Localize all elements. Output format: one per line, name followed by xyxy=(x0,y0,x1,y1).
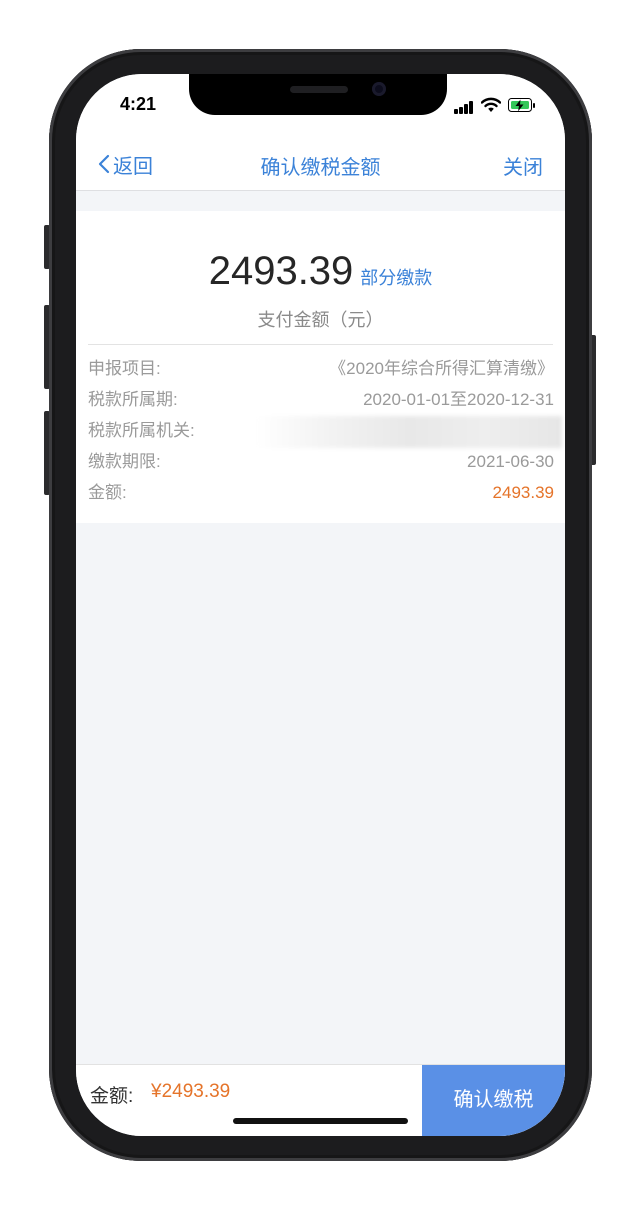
detail-label: 税款所属机关: xyxy=(88,421,195,440)
detail-label: 申报项目: xyxy=(88,359,161,378)
redacted-value xyxy=(256,416,562,448)
home-indicator[interactable] xyxy=(233,1118,408,1124)
payment-amount: 2493.39 xyxy=(208,249,354,293)
status-bar: 4:21 xyxy=(76,74,565,138)
detail-row-period: 税款所属期: 2020-01-01至2020-12-31 xyxy=(88,384,554,415)
detail-value: 2020-01-01至2020-12-31 xyxy=(363,390,554,409)
detail-label: 金额: xyxy=(88,483,127,502)
wifi-icon xyxy=(481,97,501,112)
detail-label: 缴款期限: xyxy=(88,452,161,471)
detail-row-authority: 税款所属机关: xyxy=(88,415,562,448)
detail-value: 《2020年综合所得汇算清缴》 xyxy=(329,359,554,378)
detail-row-deadline: 缴款期限: 2021-06-30 xyxy=(88,446,554,477)
phone-mockup: 4:21 返回 确认缴税金额 关闭 2493.39 部分缴款 支付金额（元） 申… xyxy=(0,0,640,1210)
front-camera xyxy=(372,82,386,96)
close-button[interactable]: 关闭 xyxy=(503,151,543,180)
detail-value: 2021-06-30 xyxy=(467,452,554,471)
bottom-action-bar: 金额: ¥2493.39 确认缴税 xyxy=(76,1064,565,1136)
detail-row-amount: 金额: 2493.39 xyxy=(88,477,554,508)
bottom-amount-label: 金额: xyxy=(90,1086,134,1107)
detail-list: 申报项目: 《2020年综合所得汇算清缴》 税款所属期: 2020-01-01至… xyxy=(88,353,562,508)
partial-payment-link[interactable]: 部分缴款 xyxy=(360,264,432,290)
detail-label: 税款所属期: xyxy=(88,390,178,409)
confirm-payment-button[interactable]: 确认缴税 xyxy=(422,1065,565,1136)
phone-screen: 4:21 返回 确认缴税金额 关闭 2493.39 部分缴款 支付金额（元） 申… xyxy=(76,74,565,1136)
detail-row-item: 申报项目: 《2020年综合所得汇算清缴》 xyxy=(88,353,554,384)
detail-amount-value: 2493.39 xyxy=(492,483,554,502)
bottom-amount-value: ¥2493.39 xyxy=(151,1081,231,1102)
speaker-grille xyxy=(290,86,348,93)
nav-bar: 返回 确认缴税金额 关闭 xyxy=(76,138,565,191)
amount-row: 2493.39 部分缴款 xyxy=(76,249,565,294)
status-time: 4:21 xyxy=(120,94,157,114)
page-title: 确认缴税金额 xyxy=(260,157,381,179)
payment-summary-card: 2493.39 部分缴款 支付金额（元） 申报项目: 《2020年综合所得汇算清… xyxy=(76,211,565,523)
cellular-signal-icon xyxy=(454,100,474,114)
notch xyxy=(189,74,447,115)
battery-charging-icon xyxy=(508,98,535,112)
amount-caption: 支付金额（元） xyxy=(257,310,384,330)
divider xyxy=(88,344,553,345)
